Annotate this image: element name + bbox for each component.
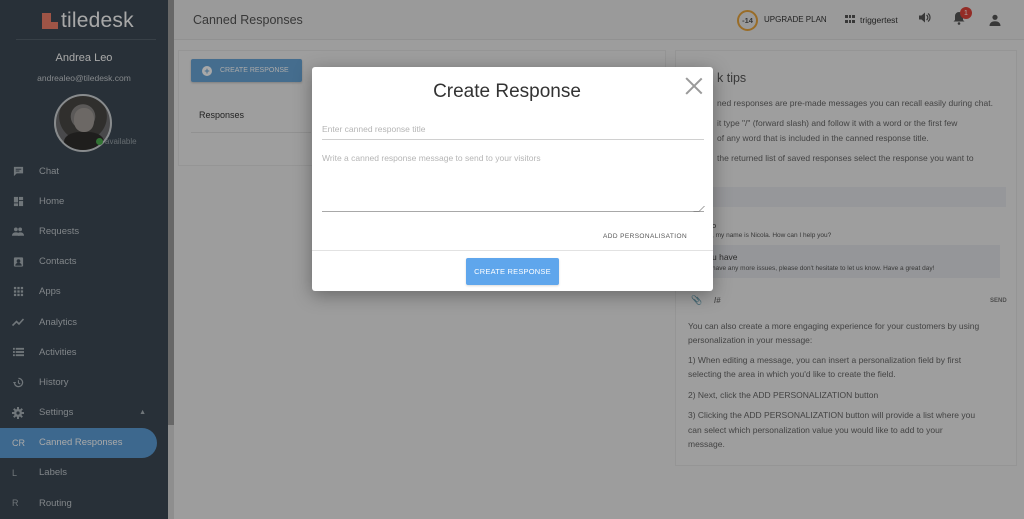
close-icon[interactable] [684, 75, 704, 95]
add-personalisation-button[interactable]: ADD PERSONALISATION [603, 233, 687, 240]
response-message-textarea[interactable] [322, 153, 704, 212]
create-response-modal: Create Response ADD PERSONALISATION CREA… [312, 67, 713, 291]
modal-divider [312, 250, 713, 251]
modal-title: Create Response [433, 81, 581, 102]
modal-create-response-button[interactable]: CREATE RESPONSE [466, 258, 559, 285]
response-title-input[interactable] [322, 118, 704, 140]
